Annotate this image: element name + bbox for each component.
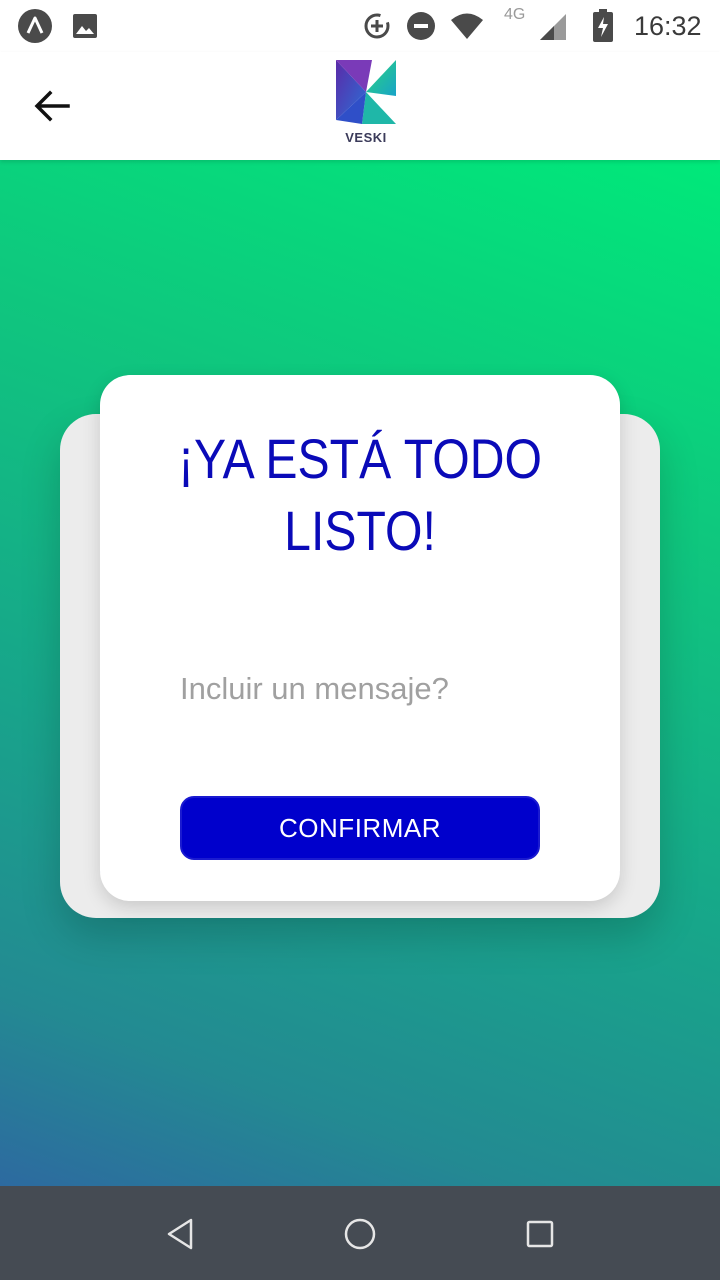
veski-logo: VESKI — [326, 56, 406, 154]
home-circle-icon — [344, 1218, 376, 1250]
arrow-left-icon — [34, 90, 70, 122]
system-nav-bar — [0, 1186, 720, 1280]
pinwheel-logo-icon — [336, 60, 396, 124]
nav-back-button[interactable] — [148, 1202, 212, 1266]
back-triangle-icon — [167, 1218, 193, 1250]
battery-charging-icon — [588, 8, 618, 44]
app-icon — [16, 8, 54, 44]
logo-text: VESKI — [345, 130, 387, 145]
nav-home-button[interactable] — [328, 1202, 392, 1266]
recents-square-icon — [526, 1220, 554, 1248]
confirm-button[interactable]: CONFIRMAR — [180, 796, 540, 860]
signal-icon: 4G — [500, 6, 570, 44]
data-saver-icon — [360, 8, 394, 44]
image-icon — [68, 8, 102, 44]
nav-recents-button[interactable] — [508, 1202, 572, 1266]
wifi-icon — [448, 8, 486, 44]
status-bar: 4G 16:32 — [0, 0, 720, 52]
message-input[interactable] — [180, 665, 540, 713]
main-content: ¡YA ESTÁ TODO LISTO! CONFIRMAR — [0, 160, 720, 1186]
confirmation-card: ¡YA ESTÁ TODO LISTO! CONFIRMAR — [100, 375, 620, 901]
back-button[interactable] — [20, 76, 84, 136]
do-not-disturb-icon — [404, 8, 438, 44]
card-title: ¡YA ESTÁ TODO LISTO! — [178, 427, 542, 562]
status-time: 16:32 — [634, 10, 702, 41]
app-bar: VESKI — [0, 52, 720, 160]
